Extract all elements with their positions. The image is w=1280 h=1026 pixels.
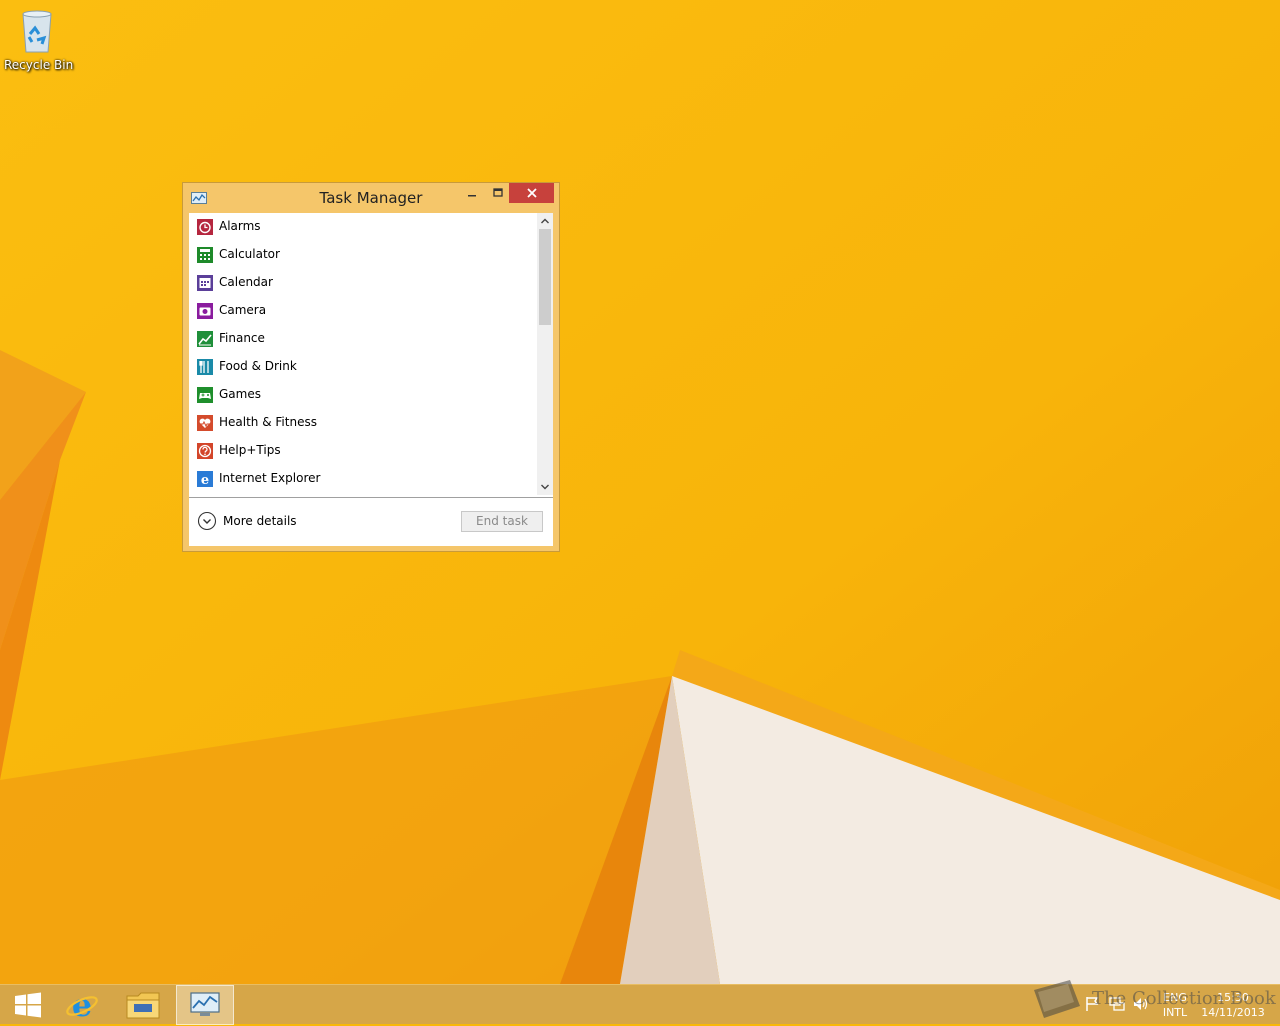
close-button[interactable] <box>509 183 554 203</box>
maximize-button[interactable] <box>485 183 511 203</box>
desktop-icon-recycle-bin[interactable]: Recycle Bin <box>4 6 74 72</box>
close-icon <box>526 188 537 198</box>
end-task-button[interactable]: End task <box>461 511 543 532</box>
app-name: Internet Explorer <box>219 471 321 485</box>
taskbar: e ENG INTL 15:30 14/11/2013 <box>0 984 1280 1025</box>
help-icon <box>197 443 213 459</box>
scroll-down-button[interactable] <box>537 479 553 495</box>
scroll-up-button[interactable] <box>537 213 553 229</box>
chevron-up-icon <box>541 218 549 224</box>
calculator-icon <box>197 247 213 263</box>
list-item-camera[interactable]: Camera <box>189 297 537 325</box>
scroll-thumb[interactable] <box>539 229 551 325</box>
clock-time: 15:30 <box>1217 991 1249 1004</box>
alarm-clock-icon <box>197 219 213 235</box>
heart-pulse-icon <box>197 415 213 431</box>
finance-chart-icon <box>197 331 213 347</box>
chevron-down-icon <box>541 484 549 490</box>
language-code: ENG <box>1163 991 1187 1004</box>
taskbar-task-manager[interactable] <box>176 985 234 1025</box>
list-item-alarms[interactable]: Alarms <box>189 213 537 241</box>
list-item-calculator[interactable]: Calculator <box>189 241 537 269</box>
list-item-help-tips[interactable]: Help+Tips <box>189 437 537 465</box>
task-manager-window: Task Manager Alarms Calculator Calendar <box>182 182 560 552</box>
internet-explorer-icon: e <box>197 471 213 487</box>
title-bar[interactable]: Task Manager <box>183 183 559 213</box>
list-item-food-drink[interactable]: Food & Drink <box>189 353 537 381</box>
svg-text:e: e <box>72 988 92 1022</box>
calendar-icon <box>197 275 213 291</box>
maximize-icon <box>493 188 503 197</box>
more-details-label: More details <box>223 514 297 528</box>
chevron-down-circle-icon <box>197 511 217 531</box>
app-name: Finance <box>219 331 265 345</box>
app-name: Calculator <box>219 247 280 261</box>
window-client: Alarms Calculator Calendar Camera Financ… <box>189 213 553 546</box>
windows-logo-icon <box>15 992 41 1018</box>
speaker-volume-icon[interactable] <box>1132 995 1150 1013</box>
gamepad-icon <box>197 387 213 403</box>
list-item-games[interactable]: Games <box>189 381 537 409</box>
action-center-flag-icon[interactable] <box>1084 995 1102 1013</box>
start-button[interactable] <box>0 985 56 1025</box>
app-list: Alarms Calculator Calendar Camera Financ… <box>189 213 537 495</box>
taskbar-file-explorer[interactable] <box>115 985 171 1025</box>
app-name: Calendar <box>219 275 273 289</box>
list-item-internet-explorer[interactable]: e Internet Explorer <box>189 465 537 493</box>
internet-explorer-icon: e <box>66 988 98 1022</box>
network-icon[interactable] <box>1108 995 1126 1013</box>
minimize-button[interactable] <box>459 183 485 203</box>
divider <box>189 497 553 498</box>
list-item-finance[interactable]: Finance <box>189 325 537 353</box>
task-manager-icon <box>190 992 220 1016</box>
recycle-bin-icon <box>22 10 52 53</box>
app-name: Games <box>219 387 261 401</box>
list-item-health-fitness[interactable]: Health & Fitness <box>189 409 537 437</box>
app-name: Camera <box>219 303 267 317</box>
clock-date: 14/11/2013 <box>1201 1006 1265 1019</box>
app-name: Alarms <box>219 219 261 233</box>
svg-text:e: e <box>201 473 209 487</box>
camera-icon <box>197 303 213 319</box>
minimize-icon <box>468 195 476 197</box>
folder-icon <box>126 992 160 1019</box>
input-language-indicator[interactable]: ENG INTL <box>1160 990 1190 1020</box>
clock[interactable]: 15:30 14/11/2013 <box>1198 990 1268 1020</box>
vertical-scrollbar[interactable] <box>537 213 553 495</box>
taskbar-internet-explorer[interactable]: e <box>54 985 110 1025</box>
app-name: Food & Drink <box>219 359 297 373</box>
keyboard-layout: INTL <box>1162 1006 1188 1019</box>
utensils-icon <box>197 359 213 375</box>
desktop-icon-label: Recycle Bin <box>4 58 74 72</box>
app-name: Health & Fitness <box>219 415 317 429</box>
list-item-calendar[interactable]: Calendar <box>189 269 537 297</box>
app-name: Help+Tips <box>219 443 281 457</box>
